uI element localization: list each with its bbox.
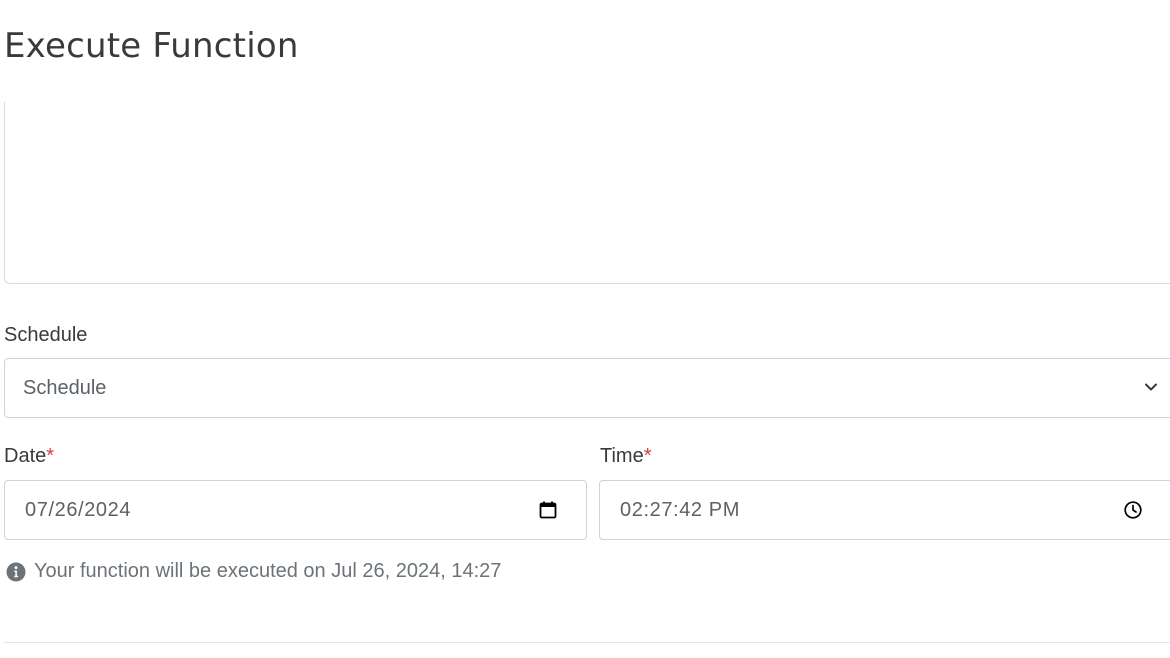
required-marker: *	[46, 445, 55, 467]
schedule-info-text: Your function will be executed on Jul 26…	[34, 560, 502, 582]
function-body-textarea[interactable]	[4, 102, 1170, 284]
info-icon	[6, 562, 26, 581]
time-input[interactable]: 02:27:42 PM	[599, 480, 1170, 540]
schedule-select[interactable]: Schedule	[4, 358, 1170, 418]
schedule-select-value: Schedule	[23, 376, 107, 399]
clock-icon[interactable]	[1123, 500, 1143, 520]
calendar-icon[interactable]	[538, 500, 558, 520]
date-label: Date*	[4, 445, 55, 467]
time-value: 02:27:42 PM	[620, 498, 741, 521]
schedule-info: Your function will be executed on Jul 26…	[6, 560, 501, 583]
chevron-down-icon	[1145, 383, 1157, 391]
date-value: 07/26/2024	[25, 498, 132, 521]
page-title: Execute Function	[4, 26, 299, 66]
time-label: Time*	[600, 445, 652, 467]
schedule-label: Schedule	[4, 324, 88, 346]
required-marker: *	[643, 445, 652, 467]
date-input[interactable]: 07/26/2024	[4, 480, 587, 540]
divider	[4, 642, 1170, 643]
